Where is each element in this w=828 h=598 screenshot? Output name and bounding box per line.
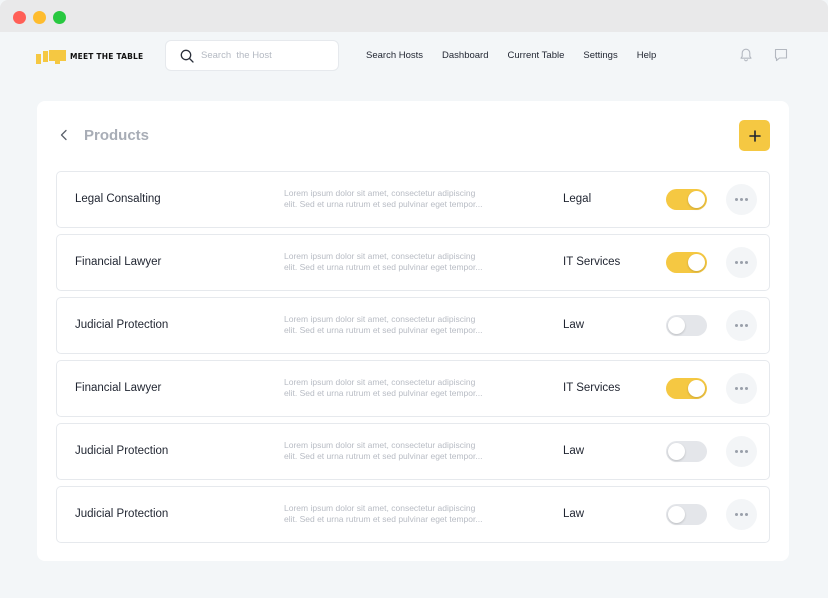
product-category: Legal: [563, 193, 592, 205]
more-horizontal-icon[interactable]: [726, 499, 757, 530]
chat-icon[interactable]: [773, 47, 789, 63]
product-name: Judicial Protection: [75, 319, 169, 331]
product-category: IT Services: [563, 382, 621, 394]
brand-logo[interactable]: MEET THE TABLE: [36, 48, 143, 64]
product-row[interactable]: Financial Lawyer Lorem ipsum dolor sit am…: [56, 360, 770, 417]
product-enabled-toggle[interactable]: [666, 378, 707, 399]
search-icon: [180, 49, 194, 63]
product-name: Legal Consalting: [75, 193, 161, 205]
product-name: Judicial Protection: [75, 445, 169, 457]
more-horizontal-icon[interactable]: [726, 310, 757, 341]
app-window: MEET THE TABLE Search Hosts Dashboard Cu…: [0, 0, 828, 598]
product-description: Lorem ipsum dolor sit amet, consectetur …: [284, 188, 483, 209]
window-minimize-button[interactable]: [33, 11, 46, 24]
product-description: Lorem ipsum dolor sit amet, consectetur …: [284, 503, 483, 524]
product-name: Financial Lawyer: [75, 382, 162, 394]
toggle-knob: [668, 506, 685, 523]
bell-icon[interactable]: [738, 47, 754, 63]
logo-icon: [36, 49, 66, 64]
product-enabled-toggle[interactable]: [666, 504, 707, 525]
window-close-button[interactable]: [13, 11, 26, 24]
product-description: Lorem ipsum dolor sit amet, consectetur …: [284, 314, 483, 335]
product-name: Judicial Protection: [75, 508, 169, 520]
toggle-knob: [688, 191, 705, 208]
product-enabled-toggle[interactable]: [666, 189, 707, 210]
product-row[interactable]: Judicial Protection Lorem ipsum dolor sit…: [56, 486, 770, 543]
nav-dashboard[interactable]: Dashboard: [442, 50, 488, 61]
window-maximize-button[interactable]: [53, 11, 66, 24]
nav-current-table[interactable]: Current Table: [508, 50, 565, 61]
more-horizontal-icon[interactable]: [726, 247, 757, 278]
nav-settings[interactable]: Settings: [583, 50, 617, 61]
nav-search-hosts[interactable]: Search Hosts: [366, 50, 423, 61]
chevron-left-icon[interactable]: [57, 128, 71, 142]
product-description: Lorem ipsum dolor sit amet, consectetur …: [284, 440, 483, 461]
more-horizontal-icon[interactable]: [726, 436, 757, 467]
product-row[interactable]: Financial Lawyer Lorem ipsum dolor sit am…: [56, 234, 770, 291]
more-horizontal-icon[interactable]: [726, 373, 757, 404]
brand-name: MEET THE TABLE: [70, 51, 144, 61]
product-row[interactable]: Judicial Protection Lorem ipsum dolor sit…: [56, 297, 770, 354]
toggle-knob: [668, 317, 685, 334]
product-category: Law: [563, 508, 585, 520]
product-enabled-toggle[interactable]: [666, 315, 707, 336]
product-row[interactable]: Judicial Protection Lorem ipsum dolor sit…: [56, 423, 770, 480]
add-product-button[interactable]: [739, 120, 770, 151]
window-titlebar: [0, 0, 828, 32]
more-horizontal-icon[interactable]: [726, 184, 757, 215]
search-box[interactable]: [165, 40, 339, 71]
search-input[interactable]: [201, 50, 331, 61]
toggle-knob: [688, 254, 705, 271]
product-name: Financial Lawyer: [75, 256, 162, 268]
top-nav: Search Hosts Dashboard Current Table Set…: [366, 50, 675, 61]
plus-icon: [748, 129, 761, 142]
products-card: Products Legal Consalting Lorem ipsum dol…: [37, 101, 789, 561]
product-description: Lorem ipsum dolor sit amet, consectetur …: [284, 377, 483, 398]
product-description: Lorem ipsum dolor sit amet, consectetur …: [284, 251, 483, 272]
toggle-knob: [668, 443, 685, 460]
product-enabled-toggle[interactable]: [666, 252, 707, 273]
product-category: IT Services: [563, 256, 621, 268]
product-category: Law: [563, 319, 585, 331]
product-enabled-toggle[interactable]: [666, 441, 707, 462]
toggle-knob: [688, 380, 705, 397]
page-title: Products: [84, 127, 150, 144]
product-row[interactable]: Legal Consalting Lorem ipsum dolor sit am…: [56, 171, 770, 228]
product-category: Law: [563, 445, 585, 457]
nav-help[interactable]: Help: [637, 50, 657, 61]
